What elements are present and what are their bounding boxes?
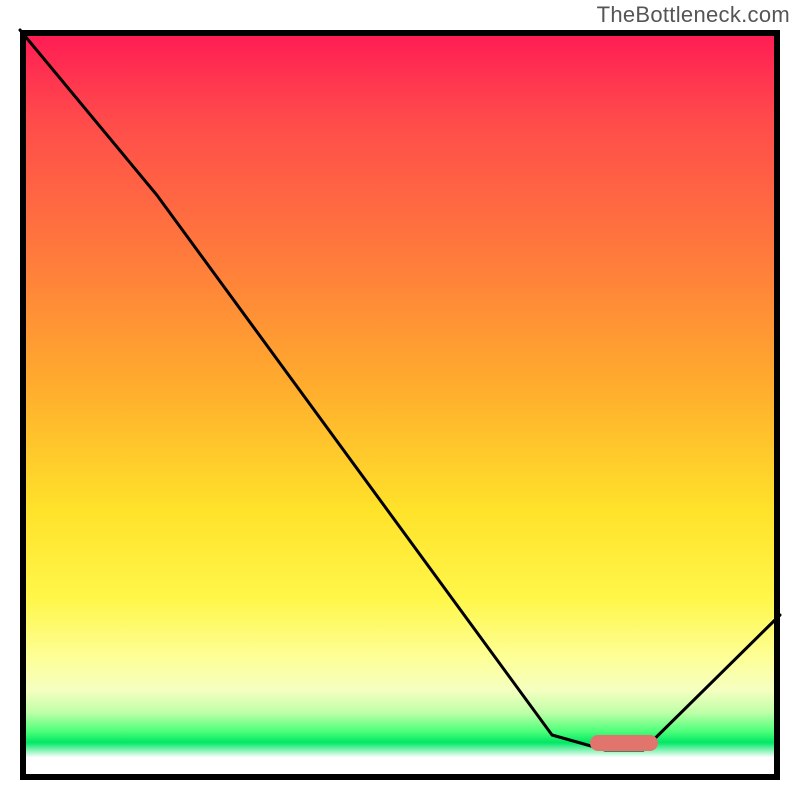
watermark-text: TheBottleneck.com bbox=[597, 2, 790, 28]
chart-stage: TheBottleneck.com bbox=[0, 0, 800, 800]
curve-layer bbox=[20, 30, 780, 780]
bottleneck-curve-path bbox=[20, 30, 780, 750]
plot-area bbox=[20, 30, 780, 780]
sweet-spot-marker bbox=[590, 735, 658, 751]
